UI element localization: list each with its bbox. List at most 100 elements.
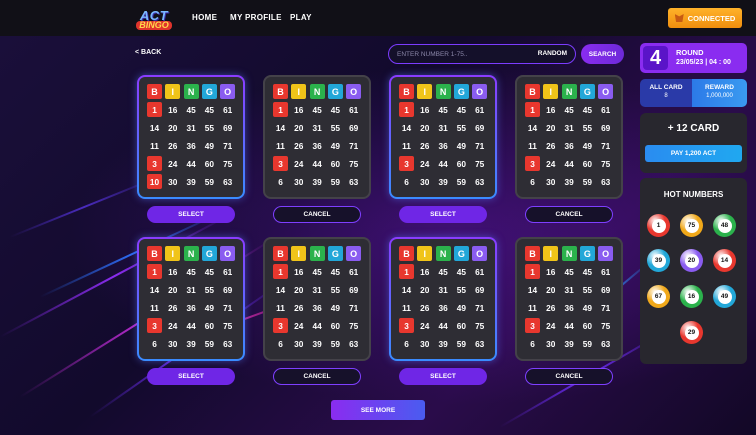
- bingo-cell[interactable]: 45: [562, 264, 577, 279]
- bingo-cell[interactable]: 71: [220, 138, 235, 153]
- bingo-cell[interactable]: 31: [436, 120, 451, 135]
- bingo-cell[interactable]: 11: [525, 138, 540, 153]
- bingo-cell[interactable]: 69: [220, 120, 235, 135]
- bingo-cell[interactable]: 44: [184, 156, 199, 171]
- bingo-cell[interactable]: 6: [525, 174, 540, 189]
- cancel-card-button[interactable]: CANCEL: [273, 206, 361, 223]
- bingo-cell[interactable]: 39: [310, 336, 325, 351]
- bingo-cell[interactable]: 49: [328, 300, 343, 315]
- back-link[interactable]: < BACK: [135, 49, 161, 56]
- bingo-cell[interactable]: 24: [417, 318, 432, 333]
- bingo-cell[interactable]: 49: [580, 300, 595, 315]
- bingo-cell[interactable]: 3: [525, 318, 540, 333]
- bingo-cell[interactable]: 24: [291, 318, 306, 333]
- nav-play-link[interactable]: PLAY: [290, 13, 312, 22]
- bingo-cell[interactable]: 24: [417, 156, 432, 171]
- bingo-cell[interactable]: 14: [273, 282, 288, 297]
- bingo-cell[interactable]: 16: [543, 264, 558, 279]
- bingo-cell[interactable]: 36: [310, 138, 325, 153]
- bingo-cell[interactable]: 45: [328, 102, 343, 117]
- bingo-cell[interactable]: 3: [273, 318, 288, 333]
- bingo-cell[interactable]: 1: [147, 264, 162, 279]
- bingo-card[interactable]: B I N G O 1 16 45 45 61 14 20 31 55 69 11 26 36 49 71 3 24 44 6…: [137, 75, 245, 199]
- random-button[interactable]: RANDOM: [538, 50, 567, 57]
- bingo-cell[interactable]: 31: [184, 120, 199, 135]
- bingo-cell[interactable]: 36: [562, 138, 577, 153]
- bingo-cell[interactable]: 31: [310, 282, 325, 297]
- bingo-cell[interactable]: 26: [291, 300, 306, 315]
- bingo-cell[interactable]: 30: [165, 336, 180, 351]
- bingo-cell[interactable]: 61: [346, 102, 361, 117]
- bingo-cell[interactable]: 60: [202, 156, 217, 171]
- bingo-cell[interactable]: 69: [220, 282, 235, 297]
- bingo-cell[interactable]: 6: [525, 336, 540, 351]
- bingo-cell[interactable]: 45: [580, 264, 595, 279]
- bingo-cell[interactable]: 45: [184, 102, 199, 117]
- bingo-cell[interactable]: 44: [184, 318, 199, 333]
- bingo-cell[interactable]: 20: [417, 282, 432, 297]
- bingo-cell[interactable]: 10: [147, 174, 162, 189]
- bingo-cell[interactable]: 20: [165, 282, 180, 297]
- bingo-cell[interactable]: 31: [310, 120, 325, 135]
- bingo-cell[interactable]: 20: [291, 282, 306, 297]
- bingo-card[interactable]: B I N G O 1 16 45 45 61 14 20 31 55 69 11 26 36 49 71 3 24 44 6…: [263, 237, 371, 361]
- bingo-cell[interactable]: 55: [202, 120, 217, 135]
- cancel-card-button[interactable]: CANCEL: [273, 368, 361, 385]
- see-more-button[interactable]: SEE MORE: [331, 400, 425, 420]
- act-bingo-logo[interactable]: ACT BINGO: [130, 5, 178, 33]
- bingo-cell[interactable]: 24: [291, 156, 306, 171]
- bingo-cell[interactable]: 1: [399, 264, 414, 279]
- bingo-cell[interactable]: 16: [291, 264, 306, 279]
- bingo-cell[interactable]: 14: [525, 282, 540, 297]
- bingo-cell[interactable]: 6: [273, 336, 288, 351]
- bingo-cell[interactable]: 39: [436, 174, 451, 189]
- bingo-cell[interactable]: 59: [328, 174, 343, 189]
- bingo-cell[interactable]: 14: [399, 120, 414, 135]
- bingo-cell[interactable]: 1: [525, 264, 540, 279]
- select-card-button[interactable]: SELECT: [399, 368, 487, 385]
- bingo-cell[interactable]: 71: [598, 300, 613, 315]
- bingo-cell[interactable]: 60: [580, 318, 595, 333]
- bingo-cell[interactable]: 49: [454, 138, 469, 153]
- bingo-cell[interactable]: 71: [472, 300, 487, 315]
- bingo-cell[interactable]: 36: [562, 300, 577, 315]
- bingo-cell[interactable]: 14: [399, 282, 414, 297]
- nav-home-link[interactable]: HOME: [192, 13, 217, 22]
- bingo-cell[interactable]: 6: [147, 336, 162, 351]
- cancel-card-button[interactable]: CANCEL: [525, 368, 613, 385]
- bingo-cell[interactable]: 24: [543, 156, 558, 171]
- search-button[interactable]: SEARCH: [581, 44, 624, 64]
- bingo-cell[interactable]: 1: [273, 102, 288, 117]
- bingo-cell[interactable]: 60: [454, 156, 469, 171]
- bingo-cell[interactable]: 75: [220, 318, 235, 333]
- bingo-cell[interactable]: 45: [202, 264, 217, 279]
- bingo-cell[interactable]: 45: [580, 102, 595, 117]
- bingo-cell[interactable]: 55: [580, 120, 595, 135]
- bingo-cell[interactable]: 69: [346, 282, 361, 297]
- bingo-cell[interactable]: 1: [399, 102, 414, 117]
- bingo-cell[interactable]: 20: [165, 120, 180, 135]
- bingo-cell[interactable]: 24: [165, 318, 180, 333]
- bingo-cell[interactable]: 30: [543, 336, 558, 351]
- bingo-cell[interactable]: 71: [598, 138, 613, 153]
- bingo-cell[interactable]: 16: [417, 102, 432, 117]
- bingo-cell[interactable]: 30: [417, 174, 432, 189]
- bingo-cell[interactable]: 49: [202, 300, 217, 315]
- bingo-cell[interactable]: 75: [346, 318, 361, 333]
- bingo-cell[interactable]: 45: [436, 102, 451, 117]
- bingo-cell[interactable]: 69: [472, 282, 487, 297]
- bingo-cell[interactable]: 45: [454, 102, 469, 117]
- bingo-cell[interactable]: 14: [147, 282, 162, 297]
- bingo-cell[interactable]: 31: [562, 282, 577, 297]
- bingo-cell[interactable]: 6: [273, 174, 288, 189]
- bingo-cell[interactable]: 1: [147, 102, 162, 117]
- bingo-cell[interactable]: 75: [472, 156, 487, 171]
- bingo-cell[interactable]: 45: [562, 102, 577, 117]
- bingo-cell[interactable]: 71: [346, 138, 361, 153]
- bingo-cell[interactable]: 26: [417, 138, 432, 153]
- bingo-cell[interactable]: 26: [417, 300, 432, 315]
- wallet-connected-button[interactable]: CONNECTED: [668, 8, 742, 28]
- bingo-cell[interactable]: 30: [417, 336, 432, 351]
- bingo-cell[interactable]: 26: [165, 138, 180, 153]
- select-card-button[interactable]: SELECT: [147, 368, 235, 385]
